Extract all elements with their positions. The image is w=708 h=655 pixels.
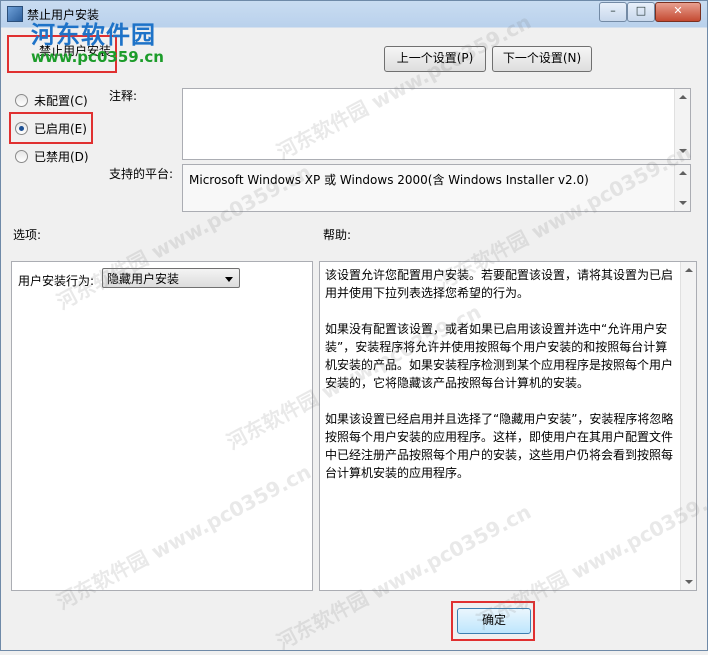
radio-circle-icon[interactable] <box>15 150 28 163</box>
help-paragraph: 如果没有配置该设置，或者如果已启用该设置并选中“允许用户安装”，安装程序将允许并… <box>325 322 674 390</box>
scroll-down-icon[interactable] <box>685 580 693 584</box>
help-paragraph: 该设置允许您配置用户安装。若要配置该设置，请将其设置为已启用并使用下拉列表选择您… <box>325 268 674 300</box>
radio-label-not-configured: 未配置(C) <box>34 94 88 108</box>
scroll-down-icon[interactable] <box>679 149 687 153</box>
scroll-up-icon[interactable] <box>685 268 693 272</box>
comment-textarea[interactable] <box>182 88 691 160</box>
scroll-up-icon[interactable] <box>679 171 687 175</box>
install-behavior-label: 用户安装行为: <box>18 274 95 288</box>
scroll-up-icon[interactable] <box>679 95 687 99</box>
comment-label: 注释: <box>109 89 138 103</box>
dropdown-arrow-icon[interactable] <box>225 277 233 282</box>
radio-not-configured[interactable]: 未配置(C) <box>15 92 88 109</box>
watermark-name: 河东软件园 <box>31 21 156 49</box>
policy-dialog-window: 禁止用户安装 – □ ✕ 禁止用户安装 河东软件园 www.pc0359.cn … <box>0 0 708 654</box>
install-behavior-value: 隐藏用户安装 <box>107 272 180 286</box>
platform-textbox: Microsoft Windows XP 或 Windows 2000(含 Wi… <box>182 164 691 212</box>
options-panel: 用户安装行为: 隐藏用户安装 <box>11 261 313 591</box>
policy-app-icon <box>7 6 23 22</box>
radio-label-disabled: 已禁用(D) <box>34 150 89 164</box>
options-label: 选项: <box>13 228 42 242</box>
highlight-box-enabled <box>9 112 93 144</box>
minimize-button[interactable]: – <box>599 2 627 22</box>
watermark-url: www.pc0359.cn <box>31 48 164 66</box>
help-label: 帮助: <box>323 228 352 242</box>
previous-setting-button[interactable]: 上一个设置(P) <box>384 46 486 72</box>
maximize-button[interactable]: □ <box>627 2 655 22</box>
watermark-logo: 河东软件园 www.pc0359.cn <box>31 15 164 66</box>
platform-label: 支持的平台: <box>109 167 174 181</box>
scroll-down-icon[interactable] <box>679 201 687 205</box>
comment-scrollbar[interactable] <box>674 89 690 159</box>
close-button[interactable]: ✕ <box>655 2 701 22</box>
radio-circle-icon[interactable] <box>15 94 28 107</box>
platform-scrollbar[interactable] <box>674 165 690 211</box>
radio-disabled[interactable]: 已禁用(D) <box>15 148 89 165</box>
help-panel: 该设置允许您配置用户安装。若要配置该设置，请将其设置为已启用并使用下拉列表选择您… <box>319 261 697 591</box>
help-scrollbar[interactable] <box>680 262 696 590</box>
install-behavior-dropdown[interactable]: 隐藏用户安装 <box>102 268 240 288</box>
help-paragraph: 如果该设置已经启用并且选择了“隐藏用户安装”，安装程序将忽略按照每个用户安装的应… <box>325 412 674 480</box>
platform-value: Microsoft Windows XP 或 Windows 2000(含 Wi… <box>189 173 589 187</box>
next-setting-button[interactable]: 下一个设置(N) <box>492 46 592 72</box>
highlight-box-ok <box>451 601 535 641</box>
help-text: 该设置允许您配置用户安装。若要配置该设置，请将其设置为已启用并使用下拉列表选择您… <box>325 266 675 500</box>
